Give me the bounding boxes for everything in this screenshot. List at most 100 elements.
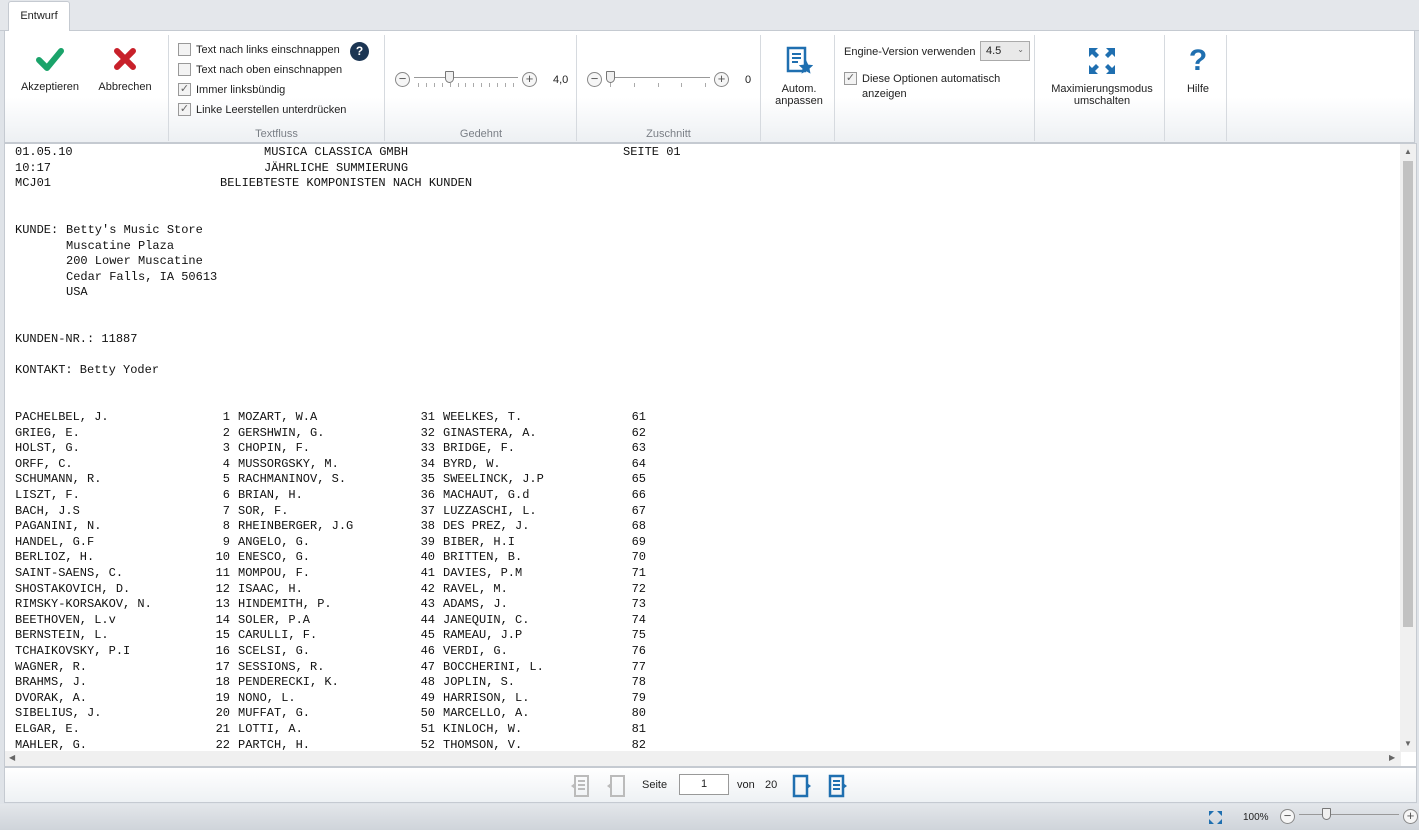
report-preview: 01.05.10 MUSICA CLASSICA GMBH SEITE 01 10:… (4, 143, 1417, 767)
plus-icon[interactable]: + (522, 72, 537, 87)
rank-number: 76 (631, 644, 646, 658)
composer-name: BYRD, W. (443, 456, 501, 471)
snap-top-checkbox[interactable]: Text nach oben einschnappen (178, 63, 342, 76)
rank-number: 62 (631, 425, 646, 440)
cancel-button[interactable]: Abbrechen (93, 43, 157, 93)
slider-thumb[interactable] (445, 70, 455, 83)
checkbox[interactable]: ✓ (844, 72, 857, 85)
slider-thumb[interactable] (606, 70, 615, 83)
customer-address: 200 Lower Muscatine (66, 254, 203, 269)
composer-name: SWEELINCK, J.P (443, 472, 544, 487)
minus-icon[interactable]: − (395, 72, 410, 87)
scroll-left-arrow-icon[interactable]: ◀ (9, 753, 15, 762)
zoom-track[interactable] (1299, 807, 1399, 824)
composer-name: LISZT, F. (15, 488, 80, 503)
rank-number: 65 (631, 472, 646, 487)
composer-name: BERNSTEIN, L. (15, 628, 109, 643)
document-star-icon (783, 45, 815, 77)
checkbox[interactable] (178, 43, 191, 56)
vertical-scrollbar[interactable]: ▲ ▼ (1400, 144, 1416, 752)
next-page-icon[interactable] (788, 772, 816, 800)
group-label-textflow: Textfluss (255, 128, 298, 140)
help-button[interactable]: ? Hilfe (1170, 44, 1226, 95)
previous-page-icon[interactable] (602, 772, 630, 800)
report-subtitle: JÄHRLICHE SUMMIERUNG (264, 160, 409, 175)
composer-name: BRIAN, H. (238, 488, 303, 503)
report-text: 01.05.10 MUSICA CLASSICA GMBH SEITE 01 10:… (15, 145, 681, 753)
stretch-slider[interactable]: − + 4,0 (395, 70, 568, 87)
composer-name: SHOSTAKOVICH, D. (15, 581, 131, 596)
help-question-icon[interactable]: ? (350, 42, 369, 61)
composer-name: PACHELBEL, J. (15, 410, 109, 425)
scrollbar-thumb[interactable] (1403, 161, 1413, 627)
composer-name: GRIEG, E. (15, 425, 80, 440)
zoom-in-icon[interactable]: + (1403, 809, 1418, 824)
slider-track[interactable] (414, 70, 518, 87)
rank-number: 10 (215, 550, 230, 565)
composer-name: HARRISON, L. (443, 690, 530, 705)
ribbon-tab-bar: Entwurf (0, 0, 1419, 32)
rank-number: 2 (222, 425, 230, 440)
always-left-checkbox[interactable]: ✓ Immer linksbündig (178, 83, 285, 96)
crop-slider[interactable]: − + 0 (587, 70, 751, 87)
customer-address: Cedar Falls, IA 50613 (66, 269, 218, 284)
composer-row: ELGAR, E. 21 LOTTI, A. 51 KINLOCH, W. 81 (15, 722, 681, 738)
scroll-up-arrow-icon[interactable]: ▲ (1404, 147, 1412, 156)
fit-to-window-icon[interactable] (1209, 811, 1222, 827)
rank-number: 66 (631, 488, 646, 503)
auto-fit-button[interactable]: Autom. anpassen (765, 45, 833, 107)
rank-number: 19 (215, 690, 230, 705)
rank-number: 80 (631, 706, 646, 721)
divider (1164, 35, 1165, 141)
divider (168, 35, 169, 141)
composer-name: MOMPOU, F. (238, 566, 311, 581)
header-line: MCJ01 BELIEBTESTE KOMPONISTEN NACH KUNDEN (15, 176, 681, 192)
composer-name: BERLIOZ, H. (15, 550, 95, 565)
accept-button[interactable]: Akzeptieren (15, 43, 85, 93)
tab-entwurf[interactable]: Entwurf (8, 1, 70, 32)
auto-show-checkbox[interactable]: ✓ Diese Optionen automatisch anzeigen (844, 72, 1002, 102)
divider (1226, 35, 1227, 141)
engine-version-dropdown[interactable]: 4.5 ⌄ (980, 41, 1030, 61)
report-time: 10:17 (15, 160, 52, 175)
zoom-thumb[interactable] (1321, 807, 1331, 820)
composer-name: HINDEMITH, P. (238, 597, 332, 612)
rank-number: 50 (420, 706, 435, 721)
plus-icon[interactable]: + (714, 72, 729, 87)
composer-row: LISZT, F. 6 BRIAN, H. 36 MACHAUT, G.d 66 (15, 488, 681, 504)
composer-row: SIBELIUS, J. 20 MUFFAT, G. 50 MARCELLO, A. 80 (15, 706, 681, 722)
rank-number: 64 (631, 456, 646, 471)
page-number: SEITE 01 (623, 145, 681, 159)
slider-track[interactable] (606, 70, 710, 87)
scroll-right-arrow-icon[interactable]: ▶ (1389, 753, 1395, 762)
page-number-input[interactable]: 1 (679, 774, 729, 795)
checkbox[interactable]: ✓ (178, 103, 191, 116)
first-page-icon[interactable] (566, 772, 594, 800)
scroll-down-arrow-icon[interactable]: ▼ (1404, 739, 1412, 748)
rank-number: 69 (631, 534, 646, 549)
snap-left-checkbox[interactable]: Text nach links einschnappen (178, 43, 340, 56)
checkbox[interactable]: ✓ (178, 83, 191, 96)
engine-version-value: 4.5 (986, 45, 1002, 57)
minus-icon[interactable]: − (587, 72, 602, 87)
question-mark-icon: ? (1188, 44, 1208, 77)
composer-name: ANGELO, G. (238, 534, 311, 549)
maximize-mode-button[interactable]: Maximierungsmodus umschalten (1040, 45, 1164, 107)
status-bar: 100% − + (0, 804, 1419, 830)
composer-row: HANDEL, G.F 9 ANGELO, G. 39 BIBER, H.I 69 (15, 535, 681, 551)
suppress-spaces-checkbox[interactable]: ✓ Linke Leerstellen unterdrücken (178, 103, 346, 116)
composer-name: BRIDGE, F. (443, 441, 516, 456)
horizontal-scrollbar[interactable]: ◀ ▶ (5, 751, 1401, 766)
composer-name: ORFF, C. (15, 456, 73, 471)
composer-name: RAVEL, M. (443, 581, 508, 596)
last-page-icon[interactable] (824, 772, 852, 800)
rank-number: 77 (631, 659, 646, 674)
checkbox[interactable] (178, 63, 191, 76)
rank-number: 67 (631, 503, 646, 518)
zoom-out-icon[interactable]: − (1280, 809, 1295, 824)
rank-number: 21 (215, 721, 230, 736)
rank-number: 15 (215, 628, 230, 643)
zoom-slider[interactable]: − + (1280, 807, 1418, 824)
rank-number: 3 (222, 441, 230, 456)
suppress-spaces-label: Linke Leerstellen unterdrücken (196, 103, 347, 116)
